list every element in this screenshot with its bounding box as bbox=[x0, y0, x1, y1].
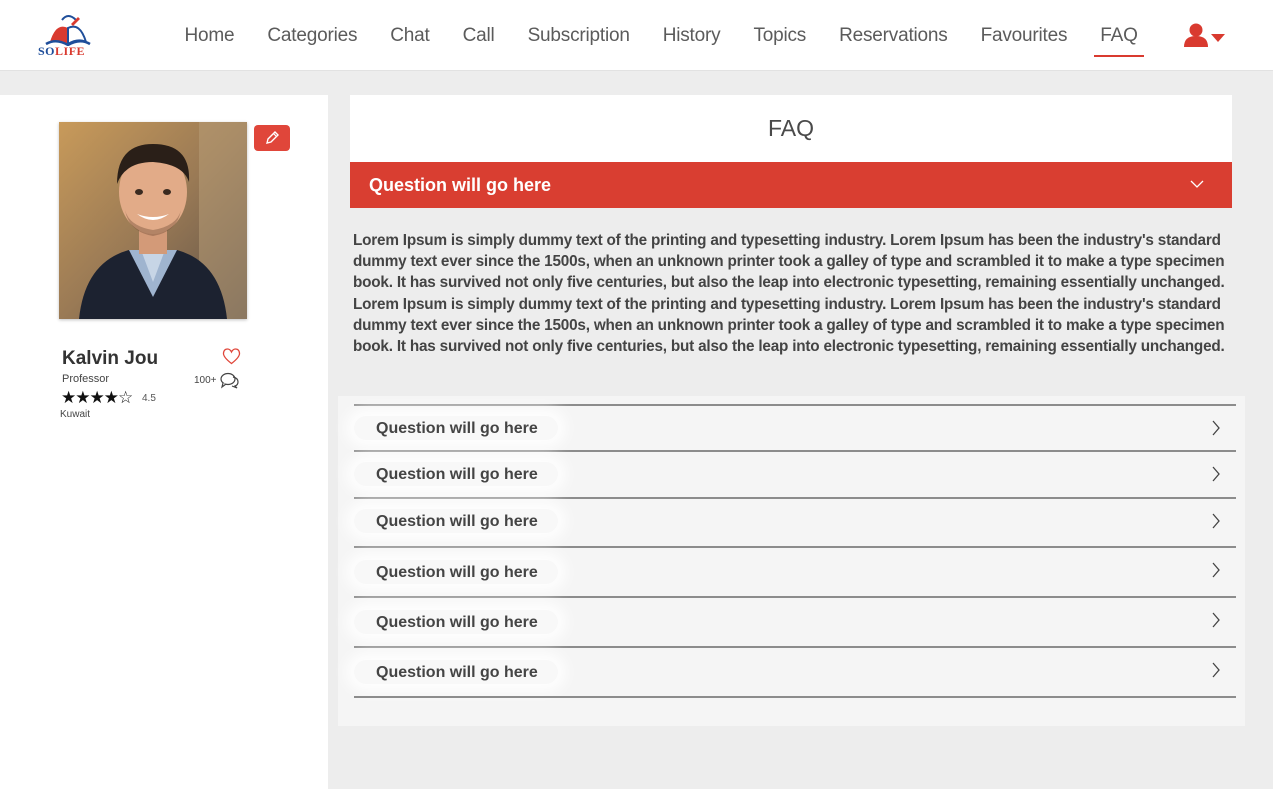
faq-question-label: Question will go here bbox=[354, 660, 558, 684]
profile-role: Professor bbox=[62, 373, 110, 385]
solife-logo[interactable]: SOLIFE bbox=[36, 14, 98, 58]
faq-question-row[interactable]: Question will go here bbox=[354, 596, 1236, 646]
faq-question-list: Question will go here Question will go h… bbox=[338, 396, 1245, 726]
nav-subscription[interactable]: Subscription bbox=[511, 0, 646, 71]
user-icon bbox=[1184, 23, 1208, 47]
main-nav: Home Categories Chat Call Subscription H… bbox=[168, 0, 1154, 71]
profile-photo bbox=[59, 122, 247, 319]
chevron-down-icon bbox=[1190, 180, 1204, 188]
pencil-icon bbox=[266, 131, 279, 144]
nav-chat[interactable]: Chat bbox=[374, 0, 446, 71]
edit-profile-button[interactable] bbox=[254, 125, 290, 151]
page-title: FAQ bbox=[767, 115, 814, 141]
faq-open-question-label: Question will go here bbox=[369, 174, 552, 195]
nav-reservations[interactable]: Reservations bbox=[823, 0, 964, 71]
faq-question-row[interactable]: Question will go here bbox=[354, 646, 1236, 696]
faq-answer-text: Lorem Ipsum is simply dummy text of the … bbox=[353, 232, 1225, 356]
faq-open-question[interactable]: Question will go here bbox=[350, 162, 1232, 208]
favourite-button[interactable] bbox=[222, 348, 241, 370]
logo-text-blue: SO bbox=[38, 44, 56, 58]
profile-location: Kuwait bbox=[60, 409, 91, 420]
chat-bubbles-icon bbox=[219, 372, 239, 389]
faq-question-label: Question will go here bbox=[354, 462, 558, 486]
faq-question-row[interactable]: Question will go here bbox=[354, 497, 1236, 543]
nav-history[interactable]: History bbox=[646, 0, 737, 71]
faq-list-bottom-divider bbox=[354, 696, 1236, 698]
faq-question-row[interactable]: Question will go here bbox=[354, 546, 1236, 596]
nav-topics[interactable]: Topics bbox=[737, 0, 823, 71]
caret-down-icon bbox=[1211, 34, 1225, 42]
faq-title-bar: FAQ bbox=[350, 95, 1232, 162]
chevron-right-icon bbox=[1212, 513, 1220, 529]
message-count: 100+ bbox=[194, 372, 239, 389]
logo-text-red: LIFE bbox=[55, 44, 86, 58]
avatar bbox=[59, 122, 247, 319]
profile-name: Kalvin Jou bbox=[62, 348, 159, 369]
chevron-right-icon bbox=[1212, 466, 1220, 482]
faq-question-row[interactable]: Question will go here bbox=[354, 450, 1236, 496]
heart-icon bbox=[222, 348, 241, 365]
message-count-label: 100+ bbox=[194, 375, 217, 386]
faq-question-label: Question will go here bbox=[354, 509, 558, 533]
user-menu-button[interactable] bbox=[1183, 22, 1231, 52]
faq-question-label: Question will go here bbox=[354, 416, 558, 440]
chevron-right-icon bbox=[1212, 612, 1220, 628]
nav-categories[interactable]: Categories bbox=[251, 0, 374, 71]
nav-faq[interactable]: FAQ bbox=[1084, 0, 1154, 71]
nav-home[interactable]: Home bbox=[168, 0, 251, 71]
top-header: SOLIFE Home Categories Chat Call Subscri… bbox=[0, 0, 1273, 71]
rating-stars: ★★★★☆ bbox=[61, 388, 133, 407]
rating-value: 4.5 bbox=[142, 393, 156, 404]
nav-favourites[interactable]: Favourites bbox=[964, 0, 1084, 71]
book-logo-icon bbox=[45, 15, 91, 46]
logo-text: SOLIFE bbox=[38, 44, 85, 59]
nav-call[interactable]: Call bbox=[446, 0, 511, 71]
chevron-right-icon bbox=[1212, 562, 1220, 578]
chevron-right-icon bbox=[1212, 420, 1220, 436]
faq-question-label: Question will go here bbox=[354, 560, 558, 584]
profile-sidebar: Kalvin Jou Professor 100+ ★★★★☆ 4.5 Kuwa… bbox=[0, 95, 328, 789]
faq-question-row[interactable]: Question will go here bbox=[354, 404, 1236, 450]
faq-question-label: Question will go here bbox=[354, 610, 558, 634]
chevron-right-icon bbox=[1212, 662, 1220, 678]
